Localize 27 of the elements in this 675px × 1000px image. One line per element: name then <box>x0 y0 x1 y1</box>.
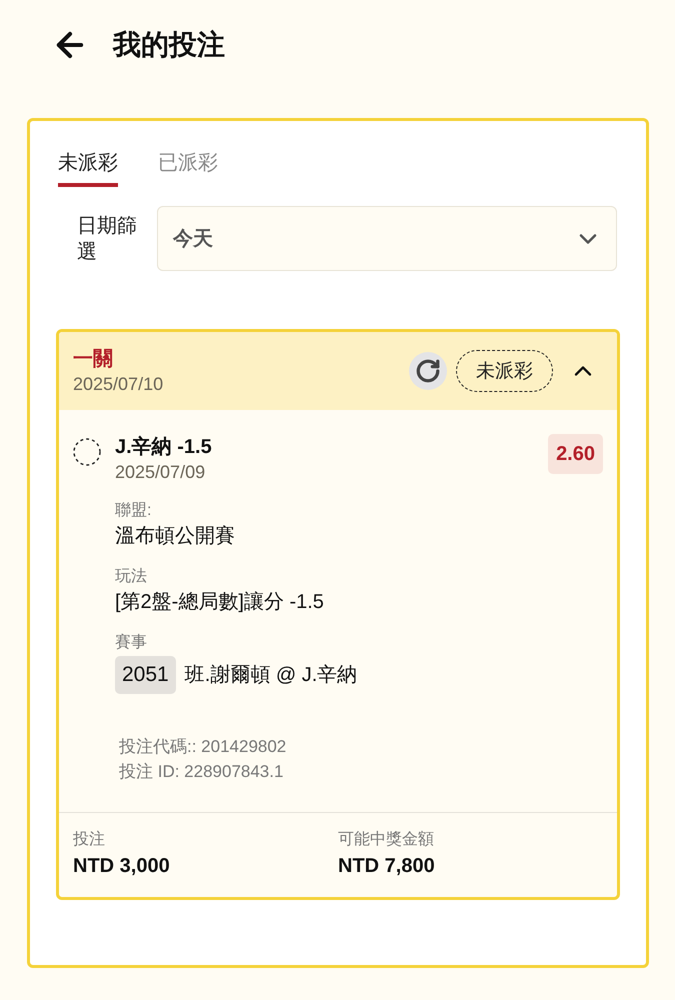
selection-name: J.辛納 -1.5 <box>115 434 212 460</box>
detail-label: 聯盟: <box>115 501 152 521</box>
refresh-icon <box>415 358 441 384</box>
bet-type: 一關 <box>73 347 113 372</box>
detail-label: 賽事 <box>115 632 147 653</box>
date-select[interactable]: 今天 <box>157 206 617 271</box>
match-code: 2051 <box>115 656 176 694</box>
page-title: 我的投注 <box>113 28 225 62</box>
detail-value: 溫布頓公開賽 <box>115 524 235 549</box>
stake-value: NTD 3,000 <box>73 854 170 879</box>
detail-label: 玩法 <box>115 566 147 587</box>
stake-label: 投注 <box>73 830 105 850</box>
dashed-circle-icon <box>73 438 101 466</box>
bet-date: 2025/07/10 <box>73 373 164 396</box>
detail-value: 班.謝爾頓 @ J.辛納 <box>184 663 358 688</box>
tab[interactable]: 已派彩 <box>158 149 218 187</box>
selection-date: 2025/07/09 <box>115 461 206 484</box>
payout-label: 可能中獎金額 <box>338 830 434 850</box>
refresh-button[interactable] <box>409 352 447 390</box>
detail-value: [第2盤-總局數]讓分 -1.5 <box>115 590 324 615</box>
filter-label: 日期篩選 <box>77 214 138 264</box>
status-pill: 未派彩 <box>456 350 553 392</box>
tab[interactable]: 未派彩 <box>58 149 118 187</box>
odds: 2.60 <box>548 434 603 474</box>
bet-code: 投注代碼:: 201429802 <box>119 736 286 758</box>
bet-id: 投注 ID: 228907843.1 <box>119 761 284 783</box>
payout-value: NTD 7,800 <box>338 854 435 879</box>
